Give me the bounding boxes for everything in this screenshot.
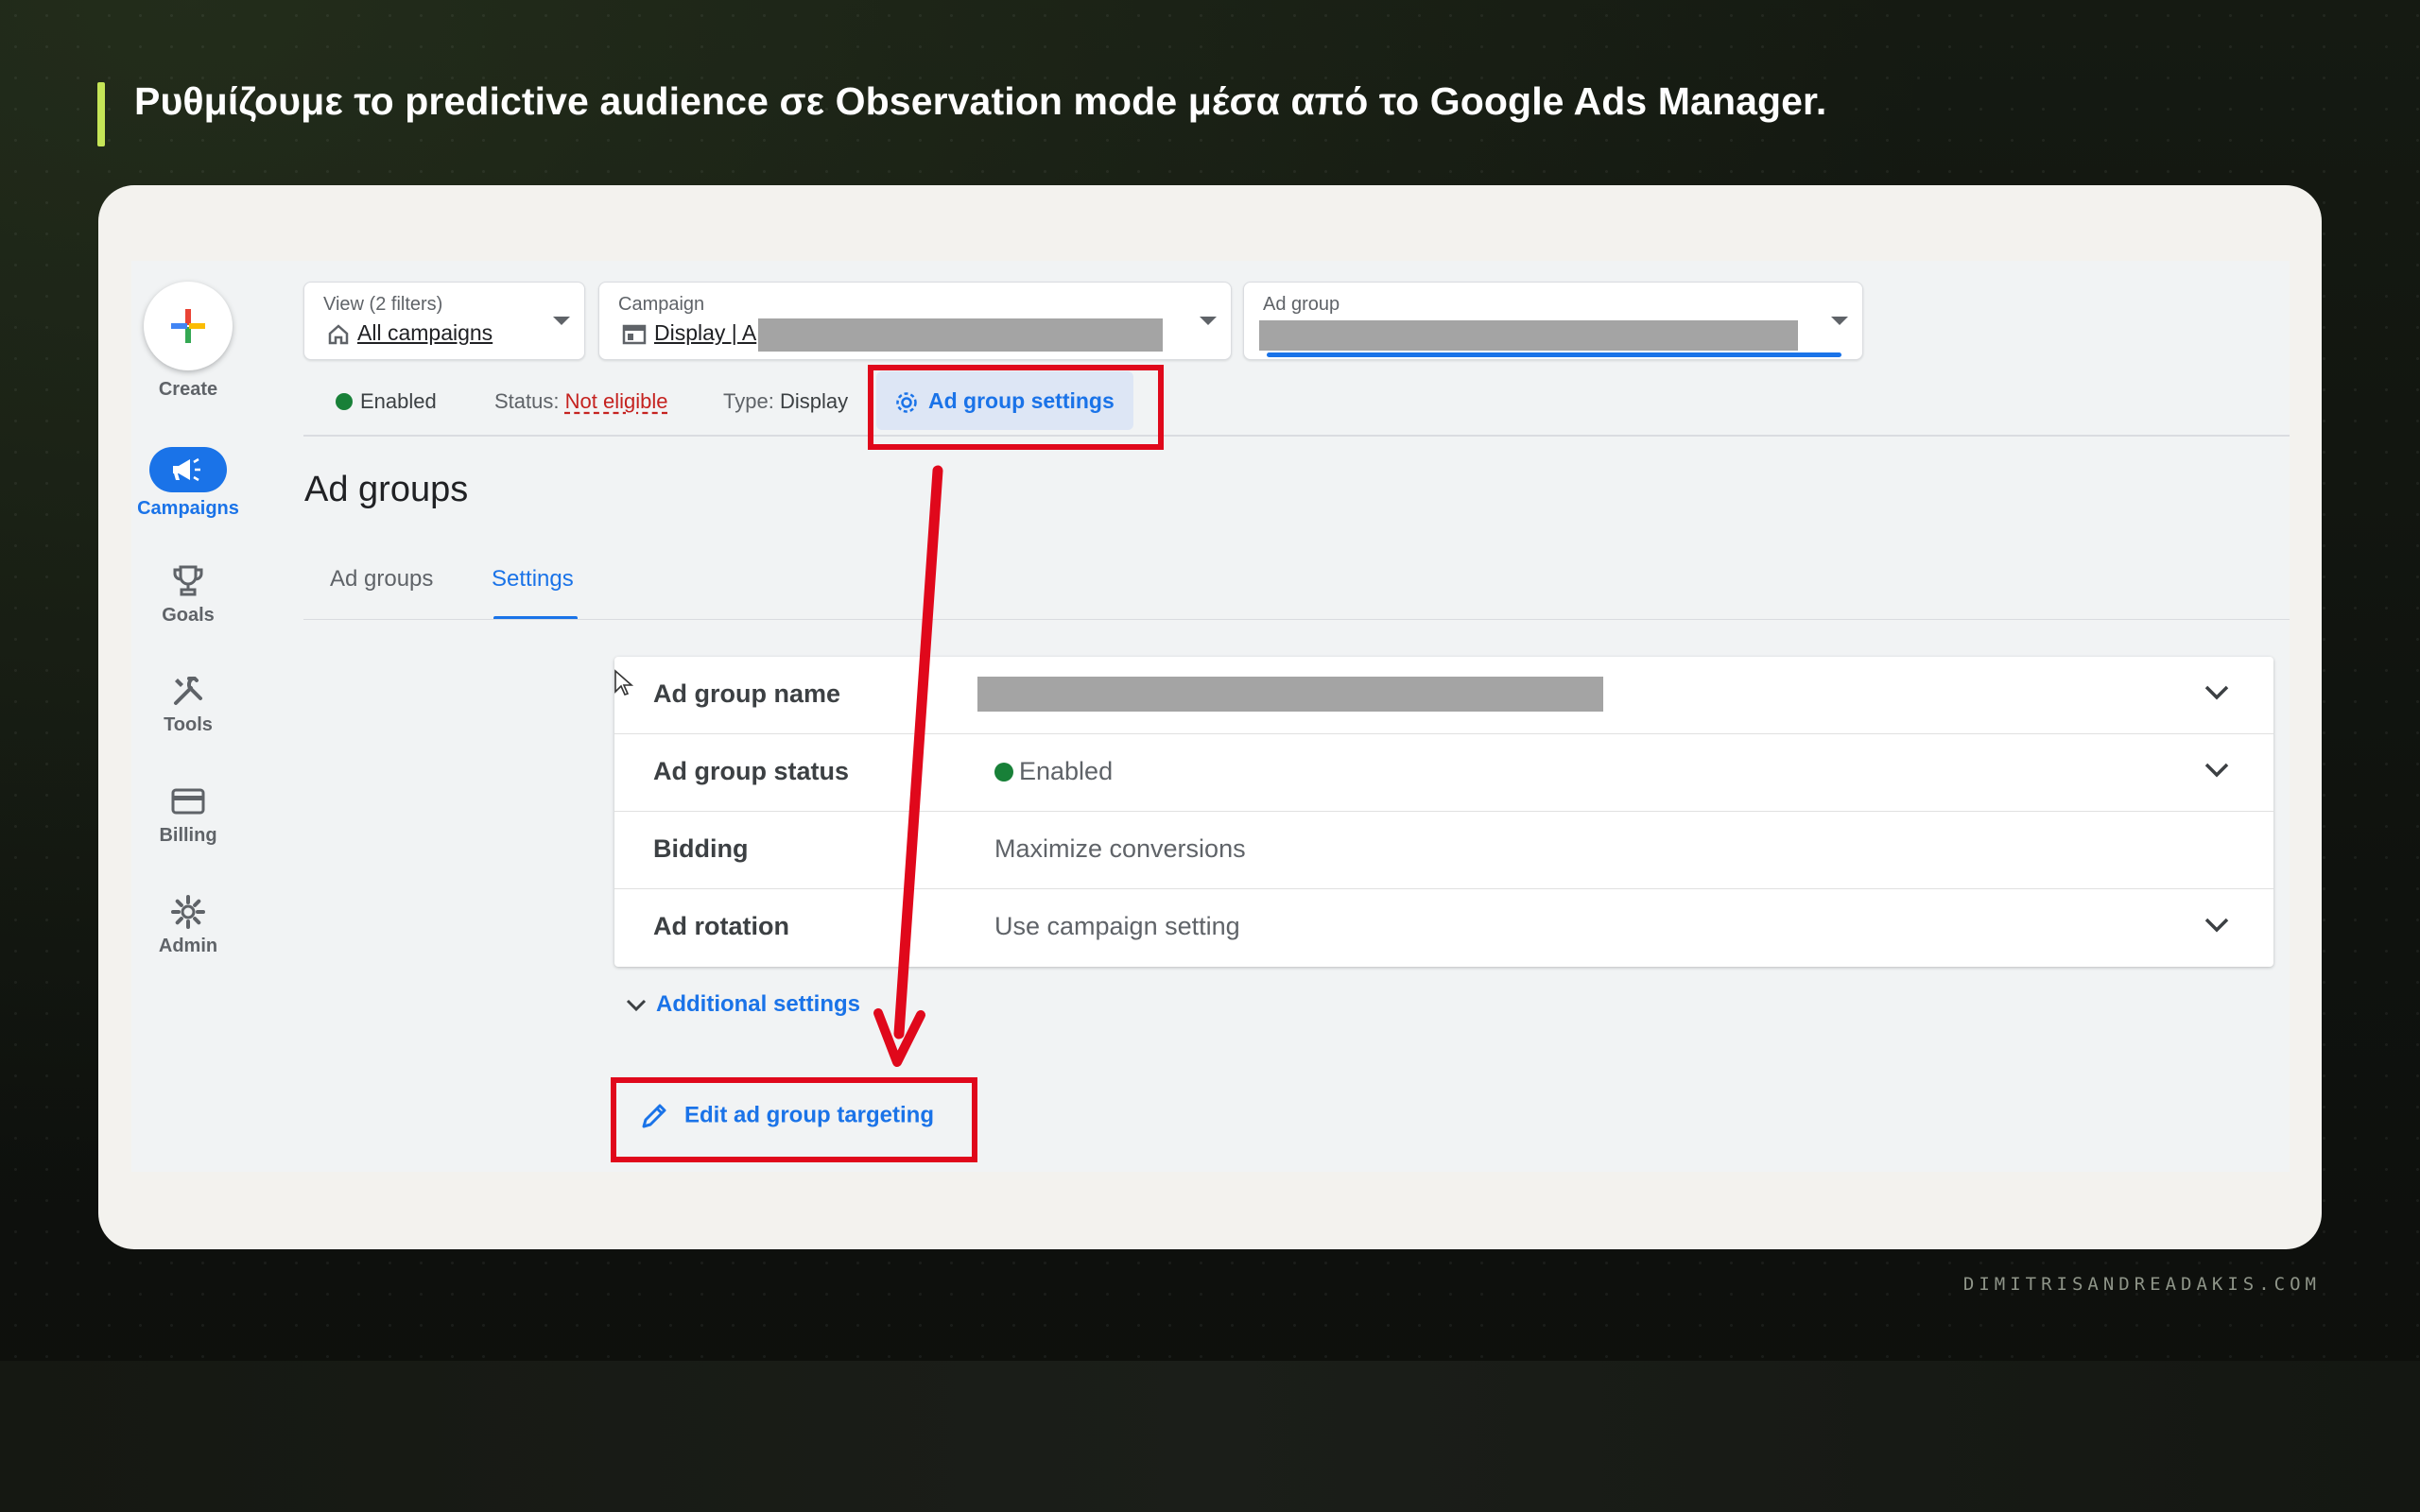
- google-ads-screen: Create Campaigns Goals Tools Billing Adm…: [131, 261, 2290, 1172]
- background-footer-band: [0, 1361, 2420, 1512]
- annotation-arrow: [873, 465, 943, 1067]
- footer-credit: DIMITRISANDREADAKIS.COM: [1962, 1274, 2321, 1295]
- slide-heading: Ρυθμίζουμε το predictive audience σε Obs…: [134, 79, 1827, 123]
- screenshot-card: Create Campaigns Goals Tools Billing Adm…: [98, 185, 2322, 1249]
- heading-accent-bar: [97, 82, 105, 146]
